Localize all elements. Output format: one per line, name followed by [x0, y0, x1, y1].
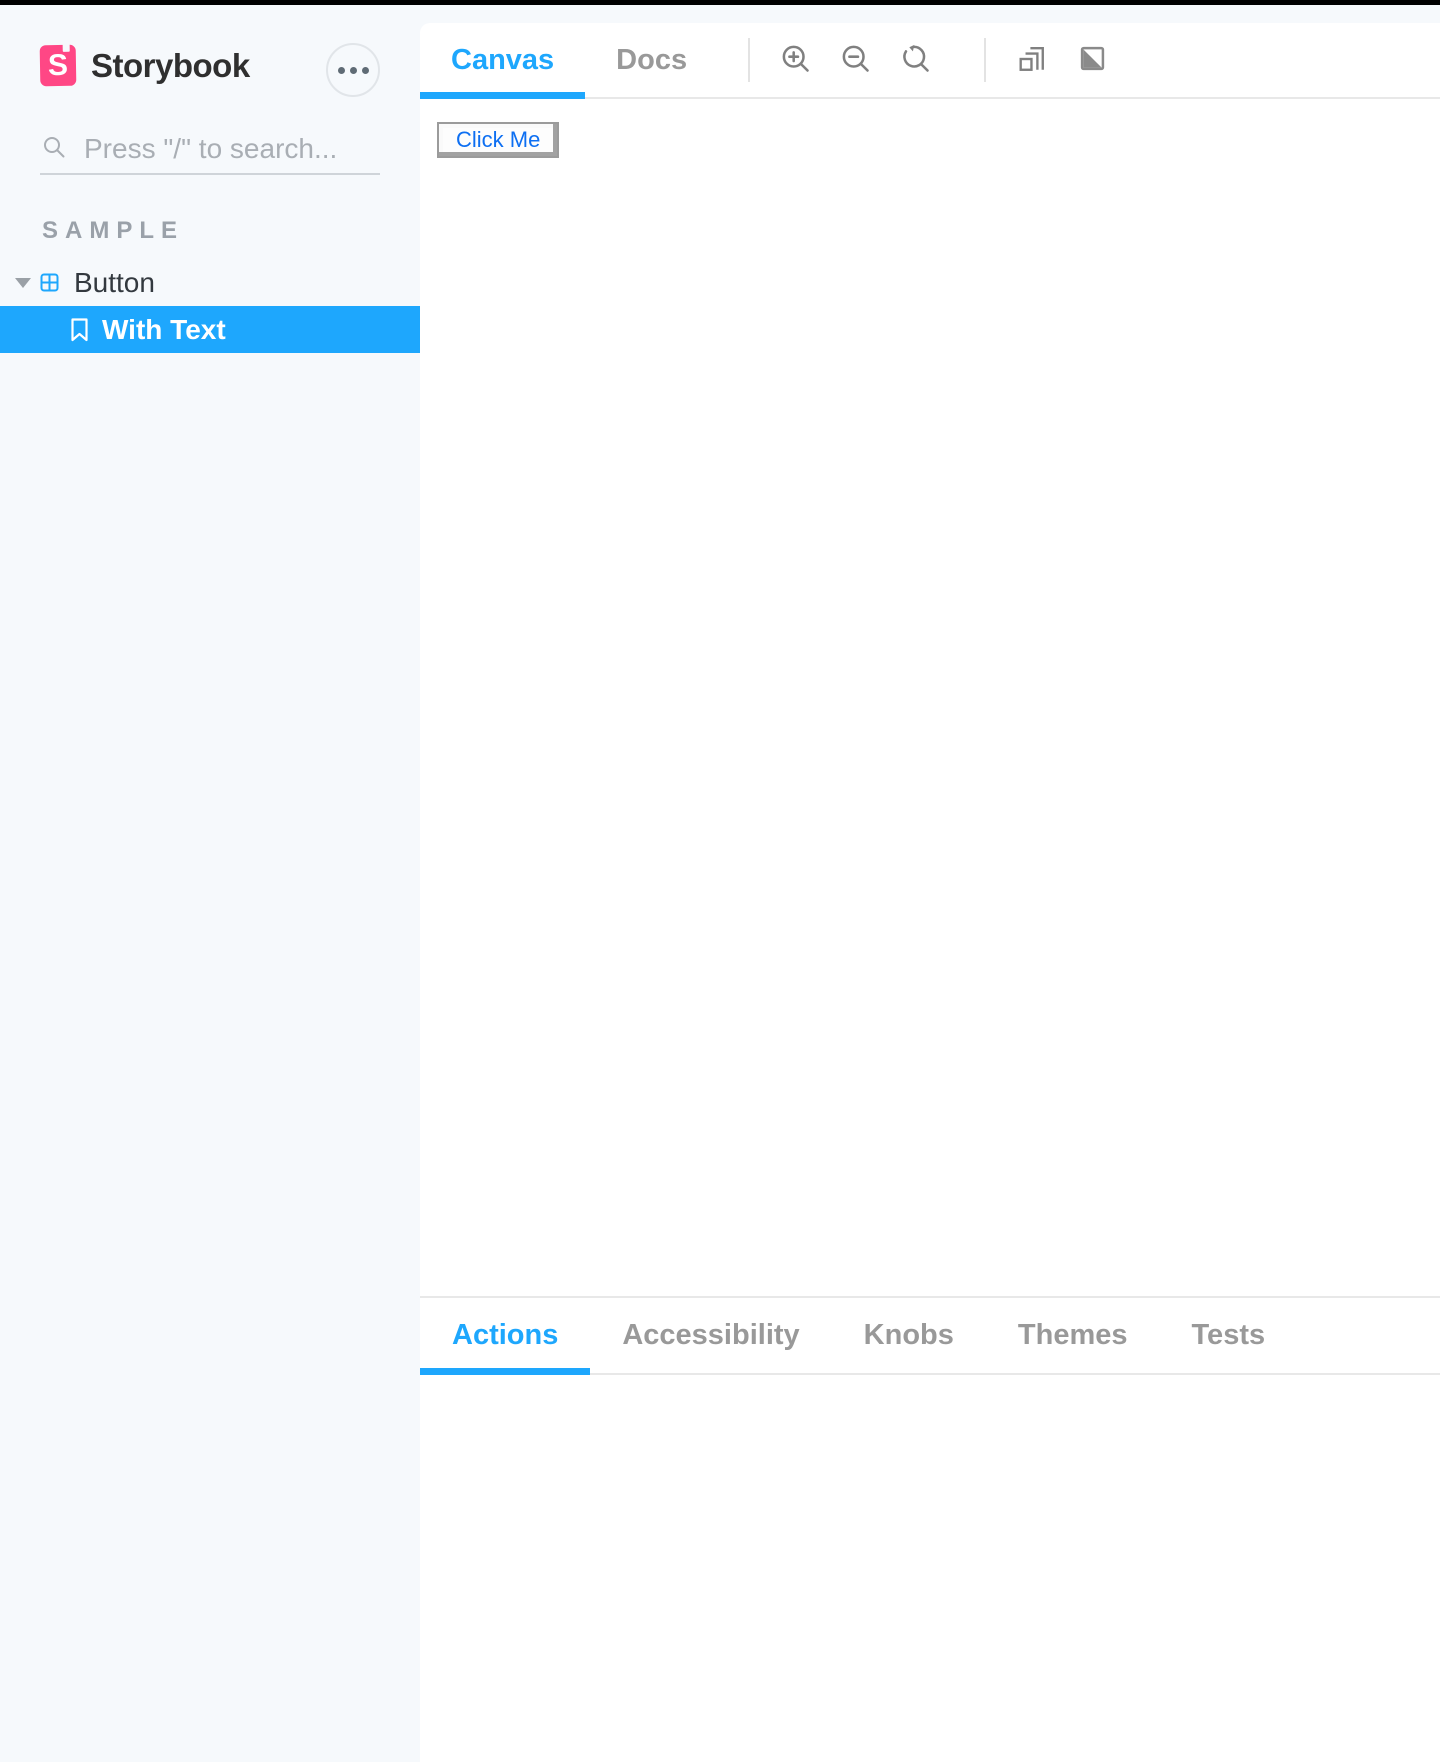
viewport-size-icon [1018, 45, 1046, 76]
zoom-in-button[interactable] [774, 38, 818, 82]
preview-toolbar: Canvas Docs [420, 23, 1440, 99]
addons-content [420, 1375, 1440, 1762]
zoom-in-icon [781, 44, 811, 77]
search-icon [42, 135, 66, 164]
toolbar-divider [748, 38, 751, 82]
storybook-logo-icon: S [39, 44, 77, 87]
tree-item-button[interactable]: Button [0, 259, 420, 306]
tree-item-with-text-selected[interactable]: With Text [0, 306, 420, 353]
toolbar-divider [984, 38, 987, 82]
zoom-out-icon [841, 44, 871, 77]
preview-panel: Canvas Docs Click Me Actions Accessibili… [420, 23, 1440, 1762]
zoom-reset-button[interactable] [894, 38, 938, 82]
component-icon [40, 273, 59, 292]
sidebar: S Storybook SAMPLE [0, 5, 445, 1762]
addons-panel: Actions Accessibility Knobs Themes Tests [420, 1296, 1440, 1762]
brand-title: Storybook [91, 46, 250, 84]
storybook-app: S Storybook SAMPLE [0, 0, 1440, 1762]
story-canvas: Click Me [420, 99, 1440, 1296]
tab-docs[interactable]: Docs [585, 23, 718, 97]
tab-accessibility[interactable]: Accessibility [590, 1298, 831, 1373]
tree-item-label: With Text [102, 313, 226, 345]
zoom-reset-icon [901, 44, 931, 77]
background-toggle-icon [1080, 46, 1105, 74]
addons-tabbar: Actions Accessibility Knobs Themes Tests [420, 1298, 1440, 1375]
chevron-down-icon [15, 277, 31, 288]
search-input[interactable] [84, 133, 445, 165]
background-toggle-button[interactable] [1070, 38, 1114, 82]
brand: S Storybook [39, 44, 250, 87]
search-bar [40, 125, 445, 175]
tab-actions[interactable]: Actions [420, 1298, 591, 1375]
viewport-size-button[interactable] [1010, 38, 1054, 82]
story-demo-button[interactable]: Click Me [437, 122, 560, 158]
story-tree: Button With Text [0, 259, 420, 353]
sidebar-menu-button[interactable] [326, 43, 380, 97]
ellipsis-icon [337, 66, 369, 74]
tree-item-label: Button [74, 266, 155, 298]
zoom-out-button[interactable] [834, 38, 878, 82]
tab-themes[interactable]: Themes [986, 1298, 1160, 1373]
sidebar-section-heading: SAMPLE [42, 217, 185, 244]
bookmark-icon [70, 317, 89, 342]
tab-knobs[interactable]: Knobs [832, 1298, 986, 1373]
tab-tests[interactable]: Tests [1160, 1298, 1298, 1373]
tab-canvas[interactable]: Canvas [420, 23, 586, 99]
